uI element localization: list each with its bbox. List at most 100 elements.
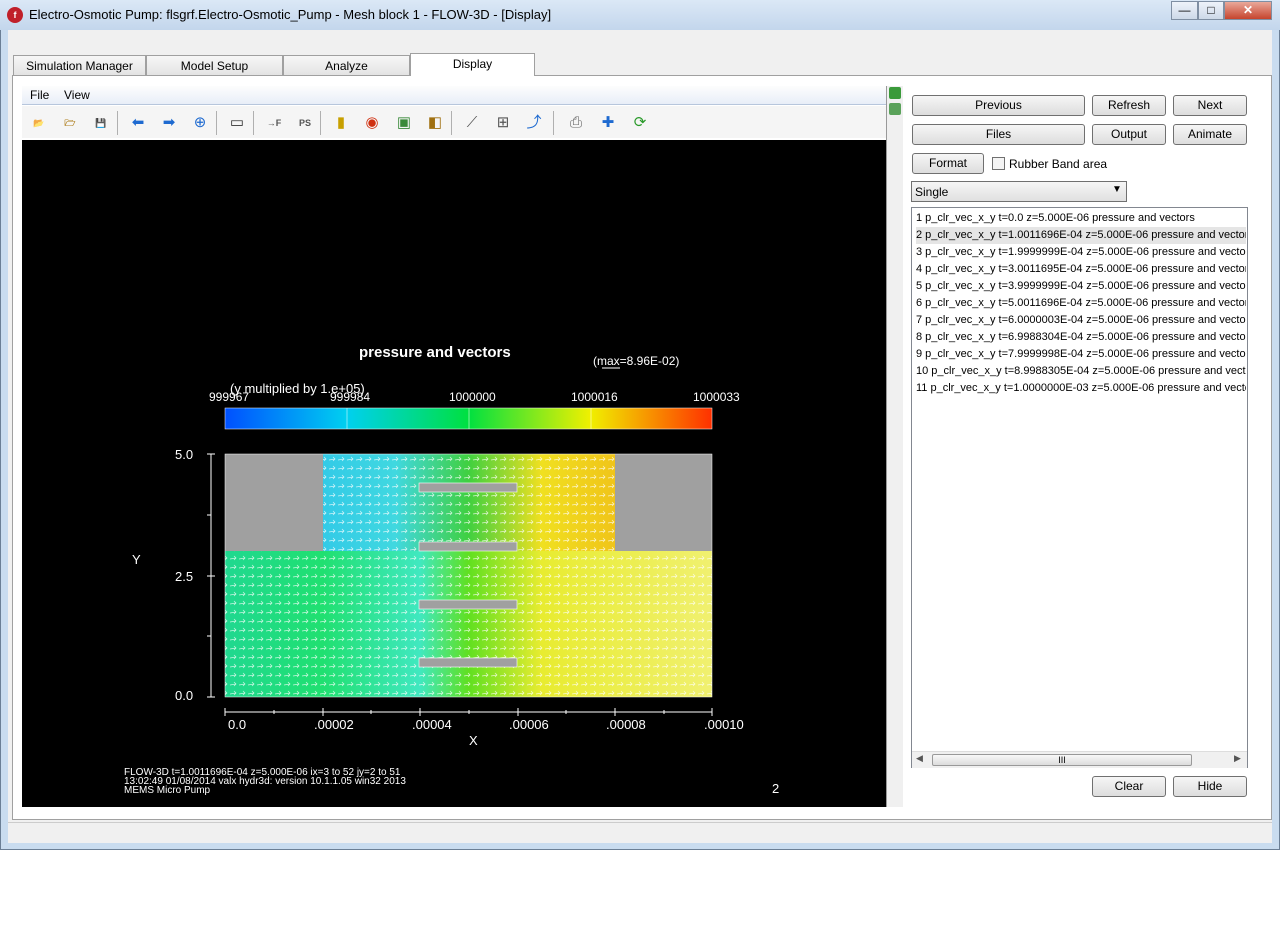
toolbar-separator	[117, 111, 118, 135]
palette-icon[interactable]: ▣	[393, 112, 415, 134]
max-label: (max=8.96E-02)	[593, 354, 679, 368]
save-icon[interactable]: 💾	[90, 112, 112, 134]
scroll-left-icon[interactable]: ◀	[916, 753, 923, 764]
app-logo-icon: f	[7, 7, 23, 23]
main-menubar: FileDiagnosticsPreferencePhysicsUtilitie…	[8, 30, 1272, 78]
refresh-button[interactable]: Refresh	[1092, 95, 1166, 116]
color-icon[interactable]: ◉	[361, 112, 383, 134]
scrollbar-thumb[interactable]: III	[932, 754, 1192, 766]
next-button[interactable]: Next	[1173, 95, 1247, 116]
list-item[interactable]: 1 p_clr_vec_x_y t=0.0 z=5.000E-06 pressu…	[916, 210, 1246, 227]
electrode-3	[418, 599, 518, 610]
display-menu-file[interactable]: File	[30, 88, 49, 102]
frame-number: 2	[772, 781, 779, 796]
list-item[interactable]: 10 p_clr_vec_x_y t=8.9988305E-04 z=5.000…	[916, 363, 1246, 380]
add-marker-icon[interactable]: ✚	[597, 112, 619, 134]
display-toolbar	[22, 106, 886, 138]
tab-simulation-manager[interactable]: Simulation Manager	[13, 55, 146, 75]
x-tick-label: .00004	[412, 717, 452, 732]
arrow-right-icon[interactable]: ➡	[158, 112, 180, 134]
window-title: Electro-Osmotic Pump: flsgrf.Electro-Osm…	[29, 7, 552, 22]
rubber-band-label: Rubber Band area	[1009, 157, 1108, 171]
side-strip	[886, 86, 903, 807]
colorbar-tick: 999984	[330, 390, 370, 404]
list-item[interactable]: 4 p_clr_vec_x_y t=3.0011695E-04 z=5.000E…	[916, 261, 1246, 278]
arrow-left-icon[interactable]: ⬅	[127, 112, 149, 134]
status-bar	[8, 822, 1272, 843]
list-item[interactable]: 9 p_clr_vec_x_y t=7.9999998E-04 z=5.000E…	[916, 346, 1246, 363]
y-tick-label: 0.0	[175, 688, 193, 703]
x-axis-label: X	[469, 733, 478, 748]
flow-field	[224, 453, 713, 698]
x-axis	[224, 708, 713, 716]
toolbar-separator	[451, 111, 452, 135]
electrode-4	[418, 657, 518, 668]
list-item[interactable]: 8 p_clr_vec_x_y t=6.9988304E-04 z=5.000E…	[916, 329, 1246, 346]
xy-plot-icon[interactable]: ⟋	[461, 112, 483, 134]
ps-bmp-icon[interactable]: PS	[294, 112, 316, 134]
format-button[interactable]: Format	[912, 153, 984, 174]
colorbar-tick: 999967	[209, 390, 249, 404]
scroll-grip: III	[1058, 755, 1066, 765]
target-icon[interactable]: ⊕	[189, 112, 211, 134]
y-axis-label: Y	[132, 552, 141, 567]
output-button[interactable]: Output	[1092, 124, 1166, 145]
plot-canvas[interactable]: pressure and vectors (max=8.96E-02) (y m…	[22, 140, 886, 807]
x-tick-label: .00010	[704, 717, 744, 732]
open-file-icon[interactable]: 🗁	[59, 112, 81, 134]
open-folder-icon[interactable]: 📂	[28, 112, 50, 134]
colorbar	[224, 407, 713, 430]
hide-button[interactable]: Hide	[1173, 776, 1247, 797]
colorbar-tick: 1000033	[693, 390, 740, 404]
toolbar-separator	[320, 111, 321, 135]
plot-title: pressure and vectors	[359, 344, 511, 361]
x-tick-label: .00008	[606, 717, 646, 732]
line-chart-icon[interactable]: ⤴	[523, 112, 545, 134]
contour-icon[interactable]: ◧	[424, 112, 446, 134]
rubber-band-checkbox[interactable]	[992, 157, 1005, 170]
print-icon[interactable]: ⎙	[565, 112, 587, 134]
wall-block-left	[225, 454, 323, 551]
maximize-button[interactable]: □	[1198, 1, 1224, 20]
list-item[interactable]: 2 p_clr_vec_x_y t=1.0011696E-04 z=5.000E…	[916, 227, 1246, 244]
list-horizontal-scrollbar[interactable]: ◀ III ▶	[912, 751, 1247, 768]
list-item[interactable]: 6 p_clr_vec_x_y t=5.0011696E-04 z=5.000E…	[916, 295, 1246, 312]
y-tick-label: 5.0	[175, 447, 193, 462]
toolbar-separator	[216, 111, 217, 135]
minimize-button[interactable]: —	[1171, 1, 1198, 20]
electrode-2	[418, 541, 518, 552]
close-button[interactable]: ✕	[1224, 1, 1272, 20]
refresh-icon[interactable]	[889, 103, 901, 115]
window-icon[interactable]: ▭	[226, 112, 248, 134]
x-tick-label: 0.0	[228, 717, 246, 732]
scroll-right-icon[interactable]: ▶	[1234, 753, 1241, 764]
title-bar[interactable]: f Electro-Osmotic Pump: flsgrf.Electro-O…	[0, 0, 1280, 30]
x-tick-label: .00002	[314, 717, 354, 732]
tab-analyze[interactable]: Analyze	[283, 55, 410, 75]
bar-chart-icon[interactable]: ▮	[330, 112, 352, 134]
list-item[interactable]: 11 p_clr_vec_x_y t=1.0000000E-03 z=5.000…	[916, 380, 1246, 397]
tab-display[interactable]: Display	[410, 53, 535, 76]
toolbar-separator	[253, 111, 254, 135]
table-icon[interactable]: ⊞	[492, 112, 514, 134]
clear-button[interactable]: Clear	[1092, 776, 1166, 797]
mode-select[interactable]: Single ▼	[911, 181, 1127, 202]
display-menu-view[interactable]: View	[64, 88, 90, 102]
list-item[interactable]: 3 p_clr_vec_x_y t=1.9999999E-04 z=5.000E…	[916, 244, 1246, 261]
tab-model-setup[interactable]: Model Setup	[146, 55, 283, 75]
files-button[interactable]: Files	[912, 124, 1085, 145]
footer-info-line3: MEMS Micro Pump	[124, 785, 211, 796]
wall-block-right	[615, 454, 712, 551]
previous-button[interactable]: Previous	[912, 95, 1085, 116]
refresh-icon[interactable]: ⟳	[629, 112, 651, 134]
list-item[interactable]: 5 p_clr_vec_x_y t=3.9999999E-04 z=5.000E…	[916, 278, 1246, 295]
list-item[interactable]: 7 p_clr_vec_x_y t=6.0000003E-04 z=5.000E…	[916, 312, 1246, 329]
electrode-1	[418, 482, 518, 493]
mode-select-value: Single	[915, 185, 949, 199]
plot-svg: pressure and vectors (max=8.96E-02) (y m…	[124, 344, 779, 796]
results-list[interactable]: 1 p_clr_vec_x_y t=0.0 z=5.000E-06 pressu…	[911, 207, 1248, 768]
toolbar-separator	[553, 111, 554, 135]
export-icon[interactable]: →F	[263, 112, 285, 134]
arrow-left-icon[interactable]	[889, 87, 901, 99]
animate-button[interactable]: Animate	[1173, 124, 1247, 145]
